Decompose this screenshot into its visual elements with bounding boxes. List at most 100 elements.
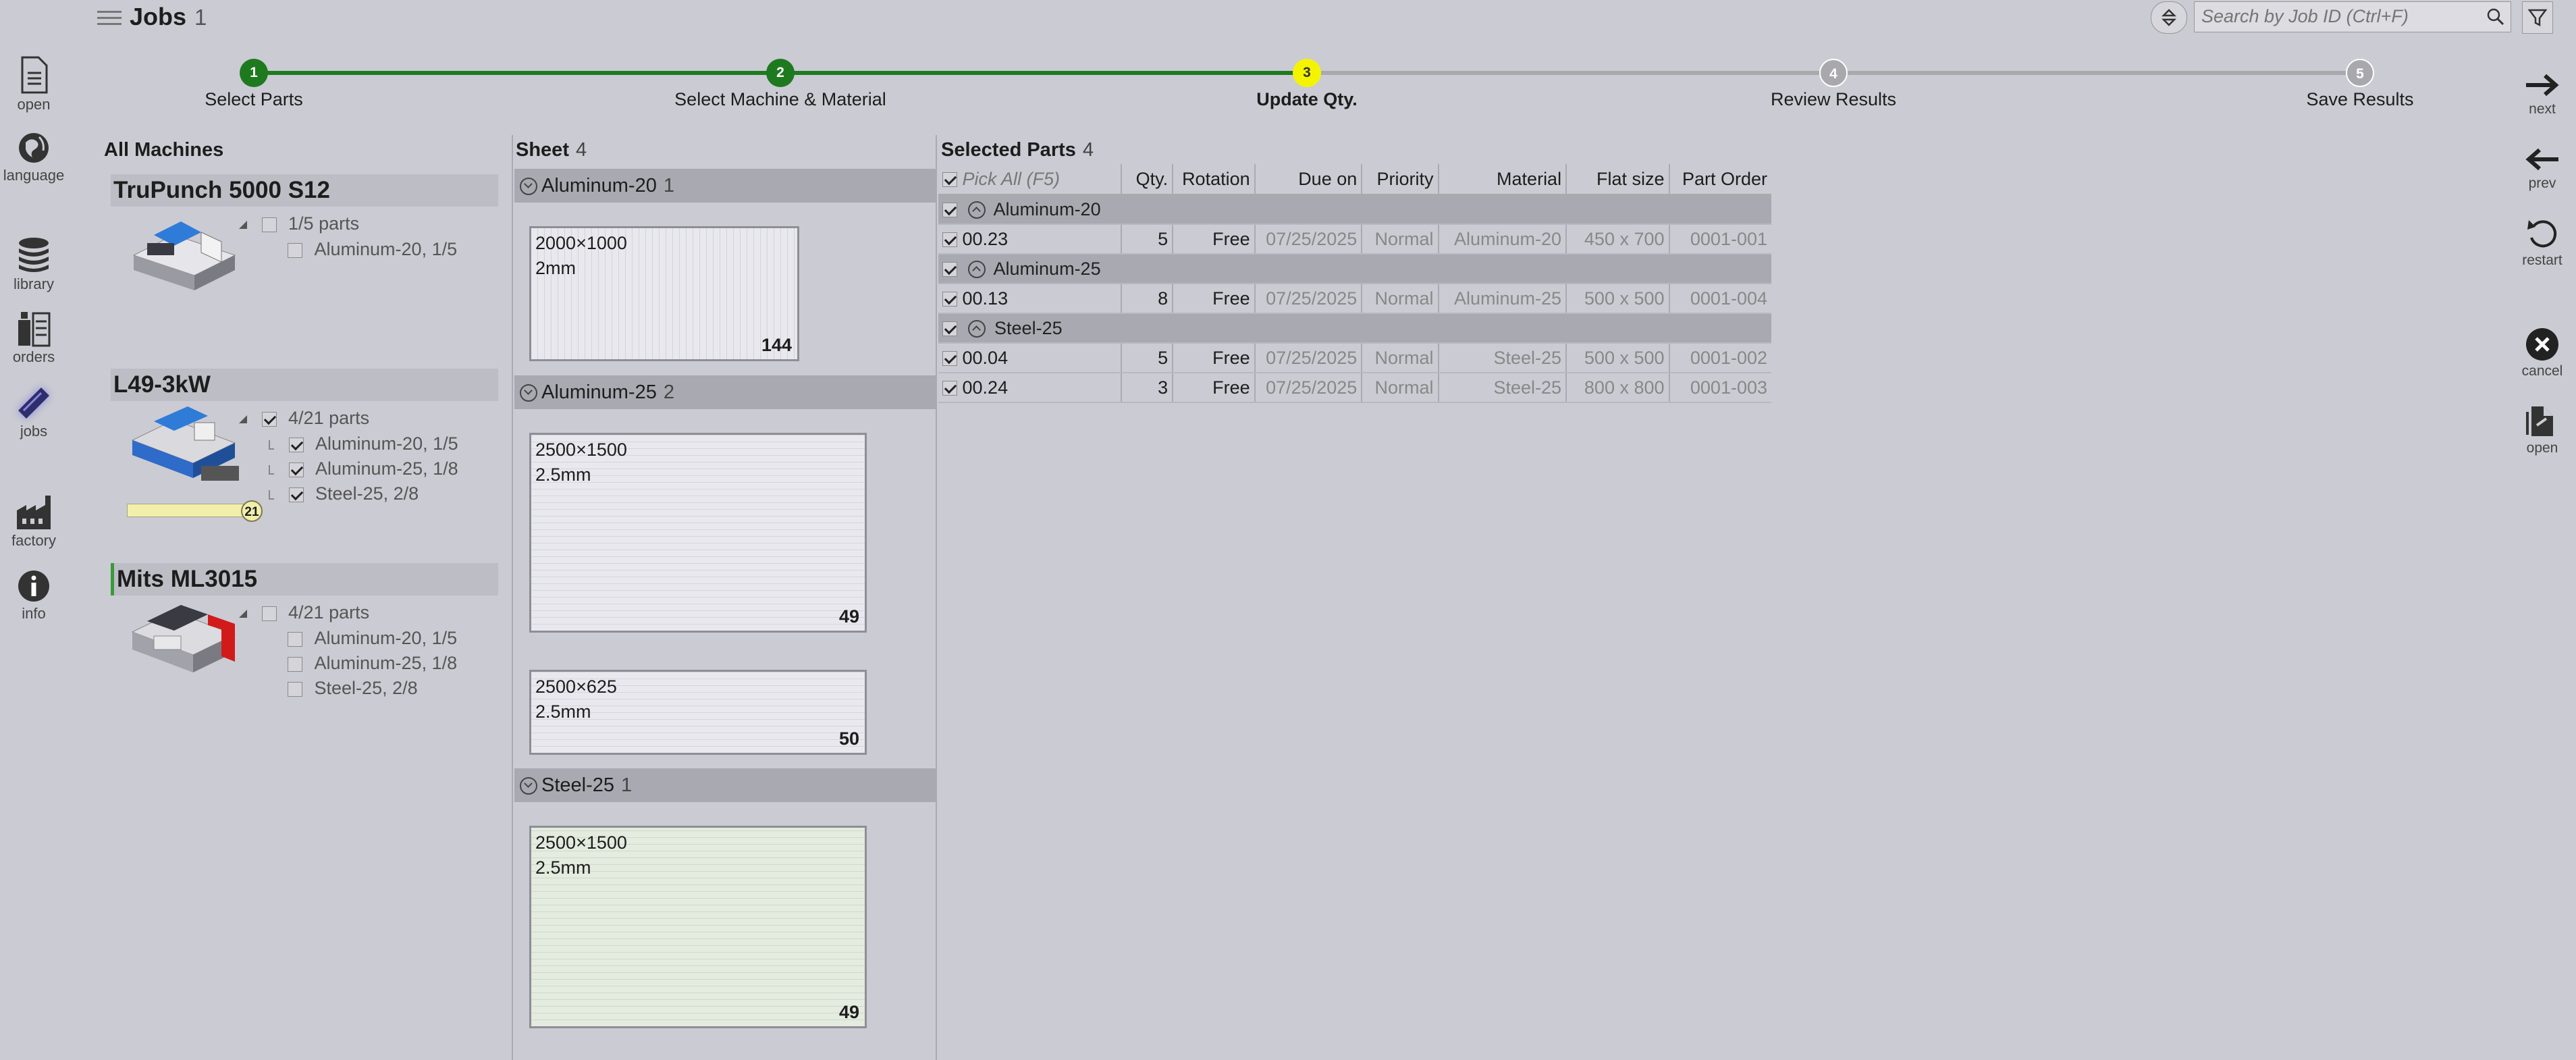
material-row[interactable]: Steel-25, 2/8 [288, 678, 418, 699]
punch-machine-image [132, 221, 236, 290]
collapse-icon[interactable] [967, 320, 986, 338]
part-group-row[interactable]: Aluminum-25 [938, 254, 1771, 284]
step-5-marker[interactable]: 5 [2346, 59, 2374, 87]
machine-name[interactable]: L49-3kW [111, 369, 498, 401]
column-header-priority[interactable]: Priority [1362, 164, 1439, 195]
table-row[interactable]: 00.23 5 Free 07/25/2025 Normal Aluminum-… [938, 224, 1771, 255]
search-input[interactable] [2195, 2, 2478, 30]
machine-checkbox[interactable] [261, 217, 277, 232]
pick-all-checkbox[interactable] [942, 172, 957, 188]
group-checkbox[interactable] [942, 203, 957, 218]
sheet-card[interactable]: 2500×625 2.5mm 50 [529, 670, 867, 755]
open-file-button[interactable]: open [2508, 402, 2576, 456]
column-header-material[interactable]: Material [1438, 164, 1567, 195]
step-1-marker[interactable]: 1 [240, 59, 268, 87]
column-header-rotation[interactable]: Rotation [1173, 164, 1256, 195]
step-4-marker[interactable]: 4 [1819, 59, 1848, 87]
step-1-label[interactable]: Select Parts [51, 89, 456, 110]
material-checkbox[interactable] [288, 437, 304, 452]
prev-button[interactable]: prev [2508, 144, 2576, 192]
material-row[interactable]: Aluminum-25, 1/8 [269, 458, 458, 479]
column-header-due[interactable]: Due on [1254, 164, 1363, 195]
step-3-label[interactable]: Update Qty. [1104, 89, 1509, 110]
step-5-label[interactable]: Save Results [2157, 89, 2562, 110]
pick-all-header[interactable]: Pick All (F5) [938, 164, 1122, 195]
part-qty[interactable]: 8 [1121, 284, 1174, 314]
restart-button[interactable]: restart [2508, 217, 2576, 269]
machine-name[interactable]: TruPunch 5000 S12 [111, 174, 498, 207]
material-checkbox[interactable] [288, 462, 304, 477]
nav-factory-label: factory [11, 532, 57, 549]
search-icon[interactable] [2486, 7, 2505, 26]
material-checkbox[interactable] [288, 487, 304, 502]
sort-button[interactable] [2151, 1, 2187, 34]
part-group-row[interactable]: Steel-25 [938, 313, 1771, 344]
factory-icon [17, 496, 51, 529]
table-row[interactable]: 00.24 3 Free 07/25/2025 Normal Steel-25 … [938, 373, 1771, 403]
nav-factory[interactable]: factory [0, 493, 68, 550]
material-checkbox[interactable] [288, 681, 302, 697]
part-rotation[interactable]: Free [1173, 343, 1256, 373]
machine-name[interactable]: Mits ML3015 [111, 563, 498, 595]
sheet-group-header[interactable]: Aluminum-25 2 [514, 375, 936, 409]
expand-icon[interactable] [239, 220, 247, 229]
expand-icon[interactable] [239, 415, 247, 423]
nav-info[interactable]: info [0, 568, 68, 622]
sheet-heading-text: Sheet [516, 139, 569, 161]
material-row[interactable]: Aluminum-20, 1/5 [288, 239, 457, 260]
collapse-icon[interactable] [967, 201, 986, 219]
material-row[interactable]: Aluminum-20, 1/5 [288, 628, 457, 649]
part-group-row[interactable]: Aluminum-20 [938, 194, 1771, 225]
row-checkbox[interactable] [942, 351, 957, 367]
prev-label: prev [2528, 176, 2556, 191]
column-header-flat-size[interactable]: Flat size [1566, 164, 1670, 195]
sheet-card[interactable]: 2000×1000 2mm 144 [529, 226, 799, 361]
group-checkbox[interactable] [942, 262, 957, 277]
part-qty[interactable]: 5 [1121, 343, 1174, 373]
nav-orders[interactable]: orders [0, 309, 68, 366]
table-row[interactable]: 00.13 8 Free 07/25/2025 Normal Aluminum-… [938, 284, 1771, 314]
material-checkbox[interactable] [288, 242, 302, 258]
part-rotation[interactable]: Free [1173, 373, 1256, 403]
column-header-part-order[interactable]: Part Order [1669, 164, 1771, 195]
material-checkbox[interactable] [288, 631, 302, 647]
collapse-icon[interactable] [967, 261, 986, 279]
filter-button[interactable] [2522, 1, 2553, 34]
step-4-label[interactable]: Review Results [1631, 89, 2036, 110]
sheet-group-header[interactable]: Aluminum-20 1 [514, 169, 936, 203]
collapse-icon[interactable] [520, 384, 537, 402]
row-checkbox[interactable] [942, 381, 957, 396]
sheet-group-header[interactable]: Steel-25 1 [514, 768, 936, 802]
part-flat-size: 500 x 500 [1566, 284, 1670, 314]
hamburger-menu-icon[interactable] [97, 7, 122, 29]
step-3-marker[interactable]: 3 [1293, 59, 1321, 87]
machine-checkbox[interactable] [261, 606, 277, 621]
cancel-button[interactable]: cancel [2508, 327, 2576, 379]
collapse-icon[interactable] [520, 178, 537, 196]
machine-checkbox[interactable] [261, 411, 277, 427]
part-qty[interactable]: 5 [1121, 224, 1174, 255]
machine-summary-row: 1/5 parts [239, 213, 359, 234]
column-header-qty[interactable]: Qty. [1121, 164, 1174, 195]
group-checkbox[interactable] [942, 321, 957, 337]
part-qty[interactable]: 3 [1121, 373, 1174, 403]
sheet-card[interactable]: 2500×1500 2.5mm 49 [529, 433, 867, 633]
material-row[interactable]: Aluminum-20, 1/5 [269, 433, 458, 454]
row-checkbox[interactable] [942, 232, 957, 248]
collapse-icon[interactable] [520, 777, 537, 795]
material-row[interactable]: Steel-25, 2/8 [269, 483, 419, 504]
nav-jobs[interactable]: jobs [0, 383, 68, 440]
step-2-label[interactable]: Select Machine & Material [578, 89, 983, 110]
material-checkbox[interactable] [288, 656, 302, 672]
sheet-card[interactable]: 2500×1500 2.5mm 49 [529, 826, 867, 1028]
step-2-marker[interactable]: 2 [766, 59, 795, 87]
part-rotation[interactable]: Free [1173, 284, 1256, 314]
part-rotation[interactable]: Free [1173, 224, 1256, 255]
material-row[interactable]: Aluminum-25, 1/8 [288, 653, 457, 674]
globe-icon [19, 133, 49, 163]
nav-library[interactable]: library [0, 236, 68, 293]
nav-language[interactable]: language [0, 130, 68, 184]
table-row[interactable]: 00.04 5 Free 07/25/2025 Normal Steel-25 … [938, 343, 1771, 373]
row-checkbox[interactable] [942, 292, 957, 307]
expand-icon[interactable] [239, 609, 247, 618]
